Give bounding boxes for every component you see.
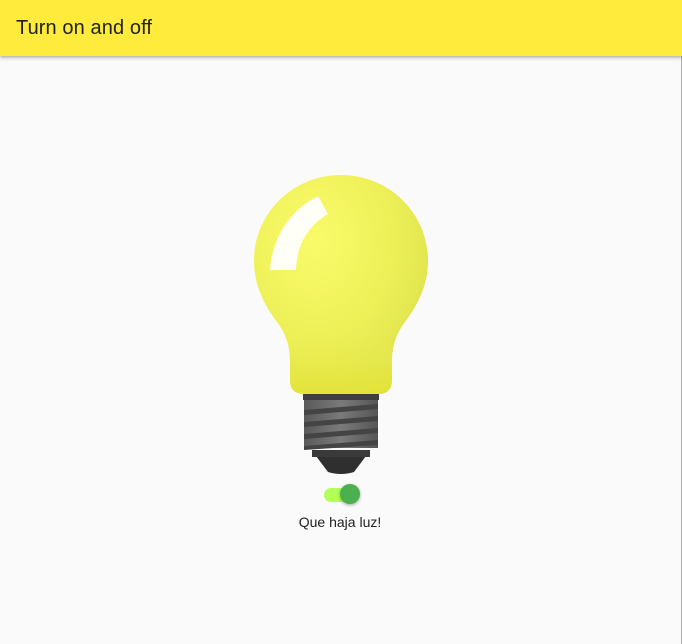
light-caption: Que haja luz! <box>298 514 382 530</box>
app-bar: Turn on and off <box>0 0 682 56</box>
lightbulb-icon <box>254 175 428 474</box>
switch-thumb[interactable] <box>340 484 360 504</box>
app-title: Turn on and off <box>16 16 153 39</box>
light-toggle-switch[interactable] <box>322 483 362 505</box>
